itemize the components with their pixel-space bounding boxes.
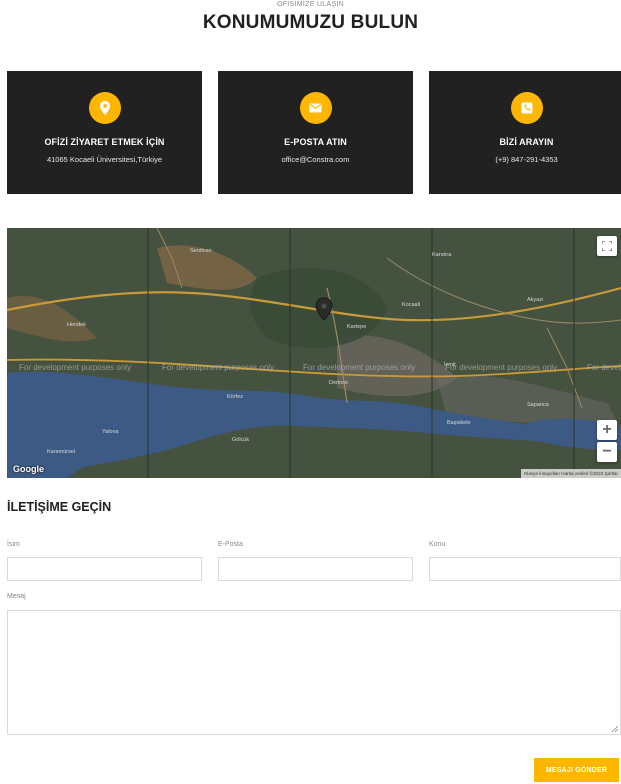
map-label: Yalova bbox=[102, 429, 119, 435]
card-address: 41065 Kocaeli Üniversitesi,Türkiye bbox=[46, 155, 163, 164]
dev-watermark-5: For development purposes only bbox=[587, 363, 621, 372]
dev-watermark-3: For development purposes only bbox=[303, 363, 415, 372]
zoom-out-button[interactable]: − bbox=[597, 442, 617, 462]
card-title: E-POSTA ATIN bbox=[284, 137, 347, 147]
location-pin-icon bbox=[88, 92, 121, 124]
call-card: BİZİ ARAYIN (+9) 847-291-4353 bbox=[429, 71, 621, 194]
map-label: İzmit bbox=[444, 361, 456, 368]
card-phone[interactable]: (+9) 847-291-4353 bbox=[429, 155, 621, 164]
map-canvas[interactable]: For development purposes only For develo… bbox=[7, 228, 621, 478]
map-label: Hendek bbox=[67, 322, 86, 328]
card-title: BİZİ ARAYIN bbox=[499, 137, 554, 147]
zoom-in-button[interactable]: + bbox=[597, 420, 617, 440]
message-label: Mesaj bbox=[7, 593, 26, 600]
contact-section-title: İLETİŞİME GEÇİN bbox=[7, 500, 112, 514]
fullscreen-button[interactable] bbox=[597, 236, 617, 256]
name-label: İsim bbox=[7, 541, 20, 548]
card-title: OFİZİ ZİYARET ETMEK İÇİN bbox=[44, 137, 165, 147]
google-map[interactable]: For development purposes only For develo… bbox=[7, 228, 621, 478]
email-card: E-POSTA ATIN office@Constra.com bbox=[218, 71, 413, 194]
map-label: Körfez bbox=[227, 394, 243, 400]
dev-watermark-4: For development purposes only bbox=[445, 363, 557, 372]
card-email[interactable]: office@Constra.com bbox=[218, 155, 413, 164]
map-label: Akyazı bbox=[527, 297, 544, 303]
email-label: E-Posta bbox=[218, 541, 243, 548]
dev-watermark-2: For development purposes only bbox=[162, 363, 274, 372]
resize-handle-icon[interactable] bbox=[611, 725, 619, 733]
map-label: Gölcük bbox=[232, 437, 249, 443]
email-input[interactable] bbox=[218, 557, 413, 581]
map-label: Derince bbox=[329, 380, 348, 386]
map-label: Başiskele bbox=[447, 420, 471, 426]
name-input[interactable] bbox=[7, 557, 202, 581]
visit-office-card: OFİZİ ZİYARET ETMEK İÇİN 41065 Kocaeli Ü… bbox=[7, 71, 202, 194]
message-textarea[interactable] bbox=[7, 610, 621, 735]
subject-label: Konu bbox=[429, 541, 446, 548]
fullscreen-icon bbox=[602, 241, 612, 251]
map-label: Kocaali bbox=[402, 302, 420, 308]
send-message-button[interactable]: MESAJI GÖNDER bbox=[534, 758, 619, 782]
map-attribution[interactable]: Klavye kısayolları Harita verileri ©2023… bbox=[521, 469, 621, 478]
map-label: Serdivan bbox=[190, 248, 212, 254]
map-label: Kandıra bbox=[432, 252, 452, 258]
page-subtitle: OFİSİMİZE ULAŞIN bbox=[276, 1, 345, 8]
map-label: Karamürsel bbox=[47, 449, 75, 455]
map-label: Kartepe bbox=[347, 324, 366, 330]
map-label: Sapanca bbox=[527, 402, 550, 408]
page-title: KONUMUMUZU BULUN bbox=[202, 12, 419, 33]
dev-watermark-1: For development purposes only bbox=[19, 363, 131, 372]
google-logo[interactable]: Google bbox=[13, 464, 44, 474]
phone-icon bbox=[510, 92, 543, 124]
envelope-icon bbox=[299, 92, 332, 124]
subject-input[interactable] bbox=[429, 557, 621, 581]
